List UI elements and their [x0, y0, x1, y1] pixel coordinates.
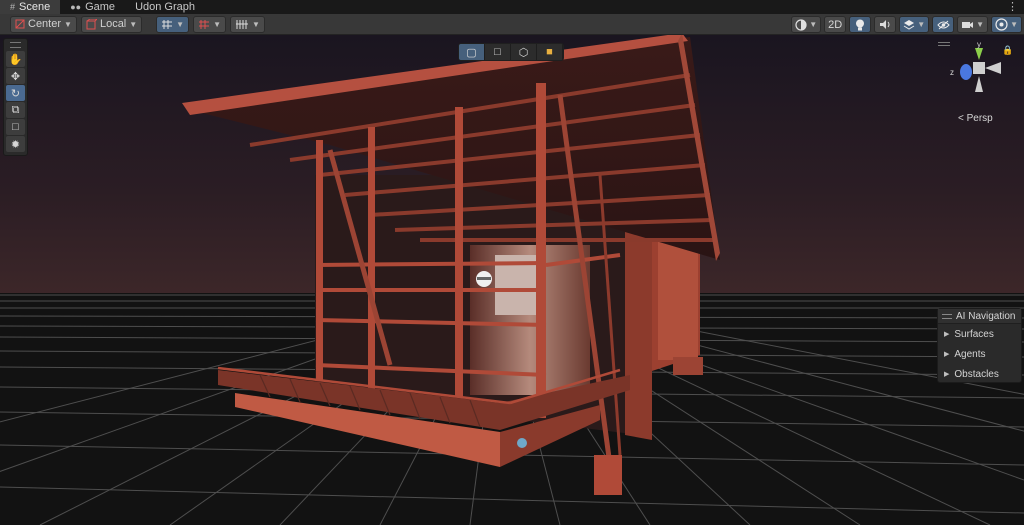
space-mode-dropdown[interactable]: Local ▼ — [80, 15, 143, 33]
draw-mode-dropdown[interactable]: ▼ — [791, 16, 822, 33]
chevron-down-icon: ▼ — [252, 19, 260, 29]
chevron-down-icon: ▼ — [1010, 20, 1018, 29]
tab-game[interactable]: ●● Game — [60, 0, 125, 14]
tab-scene-label: Scene — [19, 1, 51, 13]
z-axis-cone[interactable] — [960, 64, 972, 80]
chevron-down-icon: ▼ — [976, 20, 985, 29]
gizmo-grip[interactable] — [938, 42, 950, 46]
x-axis-cone[interactable] — [985, 62, 1001, 74]
2d-mode-toggle[interactable]: 2D — [824, 16, 847, 33]
ai-nav-item-label: Surfaces — [954, 328, 994, 340]
audio-toggle[interactable] — [874, 16, 897, 33]
pivot-icon — [15, 19, 25, 29]
ai-navigation-title: AI Navigation — [956, 310, 1016, 322]
tab-udon-graph[interactable]: Udon Graph — [125, 0, 205, 14]
chevron-down-icon: ▼ — [213, 19, 222, 29]
rotate-tool-icon[interactable]: ↻ — [6, 85, 25, 101]
camera-icon — [962, 21, 974, 28]
expand-arrow-icon: ▶ — [944, 331, 950, 338]
2d-mode-label: 2D — [828, 18, 843, 31]
overlay-grip[interactable] — [942, 313, 952, 319]
scene-visibility-toggle[interactable] — [932, 16, 955, 33]
ai-nav-item-label: Obstacles — [954, 368, 999, 380]
light-probe-gizmo[interactable] — [517, 438, 527, 448]
shaded-sphere-icon — [795, 18, 807, 31]
camera-settings-dropdown[interactable]: ▼ — [957, 16, 989, 33]
rect-tool-icon[interactable]: □ — [6, 119, 25, 135]
expand-arrow-icon: ▶ — [944, 351, 950, 358]
increment-snapping-toggle[interactable]: ▼ — [193, 15, 227, 33]
z-axis-label: z — [950, 68, 954, 77]
tab-bar: # Scene ●● Game Udon Graph ⋮ — [0, 0, 1024, 14]
chevron-down-icon: ▼ — [129, 19, 138, 29]
chevron-down-icon: ▼ — [809, 20, 818, 29]
neg-y-axis-cone[interactable] — [975, 76, 983, 92]
gizmo-globe-icon — [995, 18, 1008, 31]
tool-palette: ✋ ✥ ↻ ⧉ □ ✹ — [3, 38, 28, 156]
scene-render — [0, 35, 1024, 525]
pivot-mode-dropdown[interactable]: Center ▼ — [10, 15, 77, 33]
ai-nav-item-agents[interactable]: ▶ Agents — [938, 344, 1021, 364]
solid-cube-icon[interactable]: ■ — [537, 44, 563, 60]
projection-toggle[interactable]: < Persp — [958, 113, 993, 124]
lighting-toggle[interactable] — [849, 16, 872, 33]
increment-snap-icon — [199, 19, 210, 29]
layers-icon — [903, 20, 915, 30]
chevron-down-icon: ▼ — [176, 19, 185, 29]
eye-hidden-icon — [936, 20, 950, 29]
space-mode-label: Local — [99, 18, 127, 30]
tab-game-label: Game — [85, 1, 116, 13]
grid-snapping-toggle[interactable]: ▼ — [156, 15, 190, 33]
ai-navigation-header[interactable]: AI Navigation — [938, 309, 1021, 324]
ai-nav-item-label: Agents — [954, 348, 986, 360]
snap-align-icon — [236, 19, 249, 29]
y-axis-label: y — [977, 40, 981, 49]
transform-tool-icon[interactable]: ✹ — [6, 136, 25, 152]
more-options-icon[interactable]: ⋮ — [1007, 0, 1018, 14]
rect-view-icon[interactable]: □ — [485, 44, 511, 60]
ai-nav-item-obstacles[interactable]: ▶ Obstacles — [938, 364, 1021, 384]
ai-nav-item-surfaces[interactable]: ▶ Surfaces — [938, 324, 1021, 344]
tab-scene[interactable]: # Scene — [0, 0, 61, 14]
gamepad-icon: ●● — [70, 2, 82, 12]
ai-navigation-overlay: AI Navigation ▶ Surfaces ▶ Agents ▶ Obst… — [937, 308, 1022, 383]
effects-dropdown[interactable]: ▼ — [899, 16, 930, 33]
wire-cube-icon[interactable]: ⬡ — [511, 44, 537, 60]
speaker-icon — [880, 20, 890, 29]
local-space-icon — [86, 18, 97, 29]
lock-icon[interactable]: 🔒 — [1002, 45, 1013, 56]
gizmo-center-cube[interactable] — [973, 62, 985, 74]
view-options-overlay: ▢ □ ⬡ ■ — [458, 43, 564, 61]
move-tool-icon[interactable]: ✥ — [6, 68, 25, 84]
cube-view-icon[interactable]: ▢ — [459, 44, 485, 60]
lightbulb-icon — [856, 19, 865, 30]
chevron-down-icon: ▼ — [64, 19, 72, 29]
expand-arrow-icon: ▶ — [944, 371, 950, 378]
vertex-snapping-toggle[interactable]: ▼ — [230, 15, 265, 33]
camera-gizmo[interactable] — [476, 271, 492, 287]
y-axis-cone[interactable] — [975, 48, 983, 60]
grid-snap-icon — [162, 19, 173, 29]
scene-toolbar: Center ▼ Local ▼ ▼ ▼ ▼ ▼ 2D ▼ ▼ ▼ — [0, 14, 1024, 35]
gizmos-dropdown[interactable]: ▼ — [991, 16, 1022, 33]
scale-tool-icon[interactable]: ⧉ — [6, 102, 25, 118]
pivot-mode-label: Center — [28, 18, 62, 30]
hand-tool-icon[interactable]: ✋ — [6, 51, 25, 67]
tab-udon-graph-label: Udon Graph — [135, 1, 195, 13]
palette-grip[interactable] — [10, 42, 21, 48]
scene-viewport[interactable]: y z — [0, 35, 1024, 525]
grid-icon: # — [10, 2, 16, 12]
chevron-down-icon: ▼ — [917, 20, 926, 29]
